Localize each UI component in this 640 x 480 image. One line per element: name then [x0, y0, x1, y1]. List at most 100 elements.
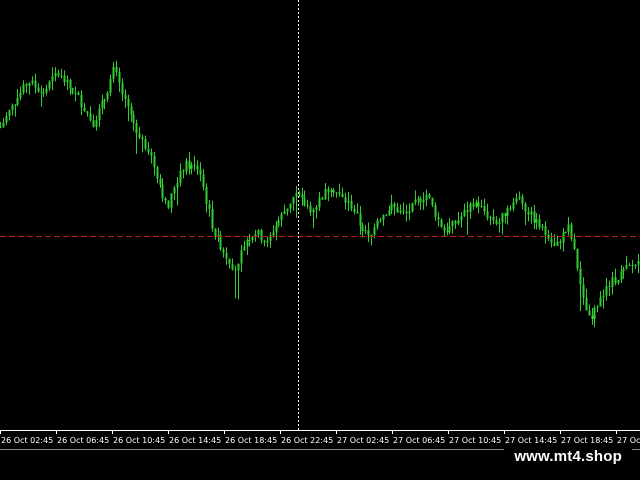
candle-body-42 [121, 82, 124, 95]
candle-body-80 [231, 264, 234, 270]
candle-body-158 [457, 220, 460, 224]
candle-body-114 [330, 190, 333, 192]
candle-body-78 [225, 252, 228, 259]
candle-body-192 [556, 241, 559, 246]
candle-body-121 [350, 200, 353, 209]
candle-body-175 [506, 208, 509, 216]
candle-body-107 [309, 205, 312, 213]
candle-body-19 [54, 73, 57, 77]
candle-body-140 [405, 211, 408, 214]
candle-body-39 [112, 66, 115, 79]
candle-body-170 [492, 216, 495, 221]
candle-body-69 [199, 169, 202, 175]
candle-body-113 [327, 189, 330, 192]
candle-body-22 [63, 75, 66, 83]
candle-body-17 [48, 81, 51, 89]
candle-body-155 [448, 226, 451, 233]
candle-body-26 [74, 92, 77, 94]
candle-body-205 [593, 307, 596, 320]
candle-body-167 [483, 205, 486, 212]
candle-body-2 [5, 115, 8, 123]
candle-body-104 [301, 194, 304, 198]
candle-body-184 [533, 211, 536, 223]
candle-body-35 [101, 101, 104, 109]
candle-body-30 [86, 111, 89, 114]
candle-body-120 [347, 200, 350, 203]
candle-body-76 [219, 235, 222, 250]
candle-body-154 [446, 231, 449, 233]
price-chart[interactable]: 26 Oct 02:45 26 Oct 06:45 26 Oct 10:45 26 O… [0, 0, 640, 480]
candle-body-4 [11, 105, 14, 111]
x-tick-label-6: 27 Oct 02:45 [337, 436, 389, 445]
candle-body-152 [440, 219, 443, 228]
candle-body-190 [550, 238, 553, 243]
candle-body-195 [564, 231, 567, 233]
candle-body-60 [173, 187, 176, 194]
candle-body-188 [544, 226, 547, 235]
candle-body-216 [625, 264, 628, 269]
candle-body-45 [130, 106, 133, 115]
x-tick-label-1: 26 Oct 06:45 [57, 436, 109, 445]
candle-body-8 [22, 84, 25, 93]
candle-body-164 [475, 202, 478, 207]
candle-body-73 [211, 208, 214, 229]
candle-body-220 [637, 261, 640, 265]
candle-body-160 [463, 210, 466, 217]
candle-body-126 [364, 230, 367, 232]
candle-body-134 [388, 210, 391, 216]
candle-body-128 [370, 234, 373, 236]
candle-body-71 [205, 186, 208, 205]
candle-body-169 [489, 216, 492, 218]
candle-body-146 [422, 199, 425, 203]
candle-body-102 [295, 192, 298, 197]
candle-body-149 [431, 197, 434, 206]
candle-body-137 [396, 207, 399, 213]
candle-body-37 [106, 92, 109, 100]
candle-body-115 [332, 190, 335, 193]
candle-body-185 [535, 219, 538, 223]
candle-body-91 [263, 240, 266, 243]
candle-body-139 [402, 210, 405, 212]
candle-body-56 [161, 184, 164, 199]
candle-body-179 [518, 196, 521, 198]
candle-body-212 [614, 277, 617, 284]
candle-body-52 [150, 152, 153, 156]
candle-body-16 [45, 88, 48, 93]
x-tick-label-5: 26 Oct 22:45 [281, 436, 333, 445]
candle-body-34 [98, 108, 101, 121]
candle-body-147 [425, 194, 428, 200]
candle-body-191 [553, 242, 556, 246]
candle-body-12 [34, 80, 37, 88]
candle-body-74 [214, 228, 217, 237]
candle-body-86 [248, 239, 251, 241]
x-tick-label-3: 26 Oct 14:45 [169, 436, 221, 445]
candle-body-84 [243, 246, 246, 251]
candle-body-215 [622, 268, 625, 272]
candle-body-6 [16, 97, 19, 105]
candle-body-202 [585, 297, 588, 311]
candle-body-1 [2, 122, 5, 128]
candle-body-90 [260, 229, 263, 241]
candle-body-176 [509, 208, 512, 210]
candle-body-87 [251, 236, 254, 240]
candle-body-214 [620, 271, 623, 280]
candle-body-148 [428, 194, 431, 198]
candle-body-66 [190, 164, 193, 169]
candle-body-72 [208, 204, 211, 209]
candle-body-182 [527, 211, 530, 215]
candle-body-129 [373, 227, 376, 235]
candle-body-70 [202, 174, 205, 187]
candle-body-178 [515, 197, 518, 203]
candle-body-27 [77, 92, 80, 95]
candle-body-131 [379, 219, 382, 221]
candle-body-174 [504, 213, 507, 216]
candle-body-145 [419, 198, 422, 203]
candle-body-153 [443, 227, 446, 232]
candle-body-138 [399, 210, 402, 213]
candle-body-171 [495, 220, 498, 224]
candle-body-196 [567, 224, 570, 232]
candle-body-21 [60, 75, 63, 77]
candle-body-96 [277, 220, 280, 226]
candle-body-81 [234, 269, 237, 271]
candle-body-23 [66, 79, 69, 83]
